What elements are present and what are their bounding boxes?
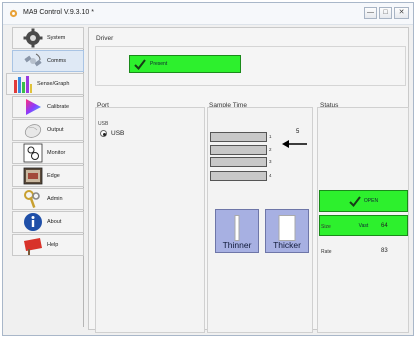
sidebar-item-label: Output xyxy=(47,127,64,133)
usb-radio-label[interactable]: USB xyxy=(111,130,124,137)
usb-radio-button[interactable] xyxy=(100,130,107,137)
sidebar-item-label: Edge xyxy=(47,173,60,179)
open-label: OPEN xyxy=(363,198,379,204)
sample-bar-number: 3 xyxy=(269,159,272,164)
sidebar: System Comms Sense/Graph Calibrate Outpu… xyxy=(6,27,84,327)
thinner-button[interactable]: Thinner xyxy=(215,209,259,253)
size-label: Size xyxy=(321,224,331,230)
thin-bar-icon xyxy=(234,215,240,241)
sidebar-item-label: Comms xyxy=(47,58,66,64)
sample-bar-number: 4 xyxy=(269,173,272,178)
maximize-button[interactable]: □ xyxy=(379,7,392,19)
sidebar-item-about[interactable]: About xyxy=(12,211,84,233)
keys-icon xyxy=(24,190,40,208)
info-icon xyxy=(24,213,42,231)
sample-bar-number: 2 xyxy=(269,147,272,152)
driver-status-label: Present xyxy=(150,61,168,67)
checkmark-icon xyxy=(134,58,146,70)
rate-value: 83 xyxy=(381,248,388,254)
thicker-label: Thicker xyxy=(273,240,301,250)
sidebar-item-label: Monitor xyxy=(47,150,66,156)
driver-present-button[interactable]: Present xyxy=(129,55,241,73)
sidebar-item-label: About xyxy=(47,219,62,225)
thick-bar-icon xyxy=(278,215,296,241)
edge-picture-icon xyxy=(23,167,43,185)
monitor-doodle-icon xyxy=(23,143,43,163)
sample-bar-4[interactable] xyxy=(210,171,267,181)
arrow-left-icon xyxy=(282,140,307,148)
thicker-button[interactable]: Thicker xyxy=(265,209,309,253)
open-button[interactable]: OPEN xyxy=(319,190,408,212)
satellite-icon xyxy=(24,53,42,67)
sample-bar-2[interactable] xyxy=(210,145,267,155)
bar-graph-icon xyxy=(14,76,32,93)
help-sign-icon xyxy=(24,238,42,255)
color-triangle-icon xyxy=(26,99,41,115)
sample-bar-3[interactable] xyxy=(210,157,267,167)
sidebar-item-calibrate[interactable]: Calibrate xyxy=(12,96,84,118)
mouse-icon xyxy=(24,124,42,138)
size-value: 64 xyxy=(381,223,388,229)
gear-icon xyxy=(23,28,43,48)
vast-button[interactable]: Vast xyxy=(319,215,408,236)
usb-heading: USB xyxy=(98,121,109,127)
app-icon xyxy=(9,9,18,18)
sidebar-item-label: Help xyxy=(47,242,59,248)
sidebar-item-label: Sense/Graph xyxy=(37,81,70,87)
close-button[interactable]: ✕ xyxy=(394,7,409,19)
main-panel: Driver Present Port USB USB Sample Time … xyxy=(88,27,409,333)
window-title: MA9 Control V.9.3.10 * xyxy=(23,9,94,16)
sidebar-item-edge[interactable]: Edge xyxy=(12,165,84,187)
sidebar-item-label: Calibrate xyxy=(47,104,70,110)
sample-time-value: 5 xyxy=(296,129,300,135)
sample-bar-1[interactable] xyxy=(210,132,267,142)
thinner-label: Thinner xyxy=(222,240,252,250)
window-controls: — □ ✕ xyxy=(364,7,409,19)
sidebar-item-sense-graph[interactable]: Sense/Graph xyxy=(6,73,84,95)
title-bar: MA9 Control V.9.3.10 * — □ ✕ xyxy=(3,3,413,25)
driver-group-label: Driver xyxy=(96,35,114,42)
sidebar-item-label: System xyxy=(47,35,66,41)
sidebar-item-help[interactable]: Help xyxy=(12,234,84,256)
port-panel xyxy=(95,107,205,333)
sidebar-item-monitor[interactable]: Monitor xyxy=(12,142,84,164)
checkmark-icon xyxy=(349,195,361,207)
sample-bar-number: 1 xyxy=(269,134,272,139)
sidebar-item-system[interactable]: System xyxy=(12,27,84,49)
sidebar-item-label: Admin xyxy=(47,196,63,202)
minimize-button[interactable]: — xyxy=(364,7,377,19)
sidebar-item-admin[interactable]: Admin xyxy=(12,188,84,210)
sidebar-item-comms[interactable]: Comms xyxy=(12,50,84,72)
sidebar-item-output[interactable]: Output xyxy=(12,119,84,141)
rate-label: Rate xyxy=(321,249,332,255)
